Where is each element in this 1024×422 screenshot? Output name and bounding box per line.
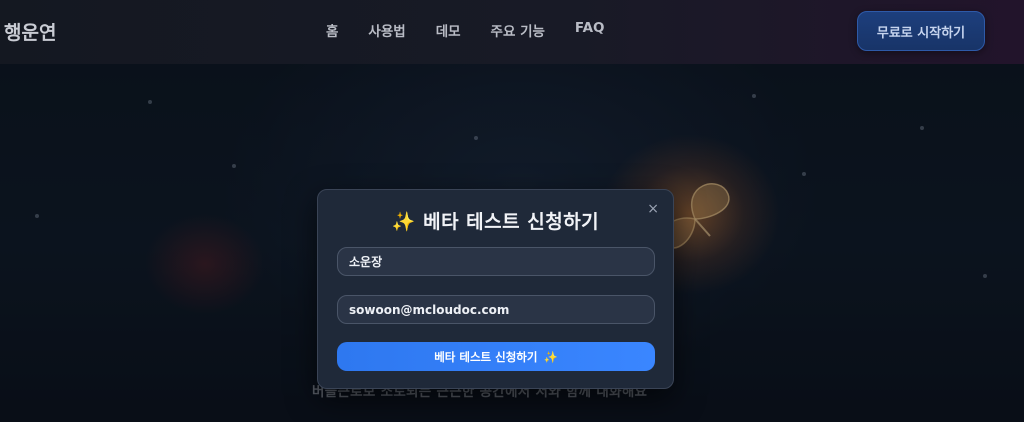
submit-button-label: 베타 테스트 신청하기 <box>434 349 538 364</box>
sparkle-icon: ✨ <box>543 349 558 364</box>
email-input[interactable] <box>337 295 655 324</box>
modal-title: ✨ 베타 테스트 신청하기 <box>318 207 673 234</box>
site-logo[interactable]: 행운연 <box>4 18 56 45</box>
nav-demo[interactable]: 데모 <box>436 20 461 40</box>
sparkle-icon: ✨ <box>391 211 416 233</box>
start-free-button[interactable]: 무료로 시작하기 <box>857 11 985 51</box>
modal-title-text: 베타 테스트 신청하기 <box>423 211 600 233</box>
close-icon[interactable]: × <box>647 201 659 217</box>
nav-how-to-use[interactable]: 사용법 <box>368 20 405 40</box>
name-input[interactable] <box>337 247 655 276</box>
nav-home[interactable]: 홈 <box>326 20 338 40</box>
submit-beta-button[interactable]: 베타 테스트 신청하기 ✨ <box>337 342 655 371</box>
nav-features[interactable]: 주요 기능 <box>491 20 545 40</box>
main-nav: 홈 사용법 데모 주요 기능 FAQ <box>326 20 635 40</box>
nav-faq[interactable]: FAQ <box>575 20 605 40</box>
beta-signup-modal: ✨ 베타 테스트 신청하기 × 베타 테스트 신청하기 ✨ <box>317 189 674 389</box>
top-navbar: 행운연 홈 사용법 데모 주요 기능 FAQ 무료로 시작하기 <box>0 0 1024 64</box>
